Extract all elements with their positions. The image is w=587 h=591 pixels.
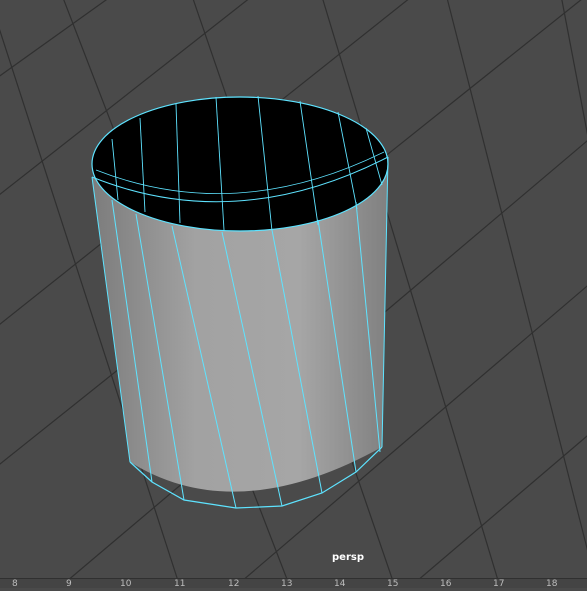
cylinder-mesh[interactable] bbox=[91, 95, 389, 509]
camera-name-label: persp bbox=[332, 552, 364, 563]
perspective-viewport[interactable] bbox=[0, 0, 587, 588]
